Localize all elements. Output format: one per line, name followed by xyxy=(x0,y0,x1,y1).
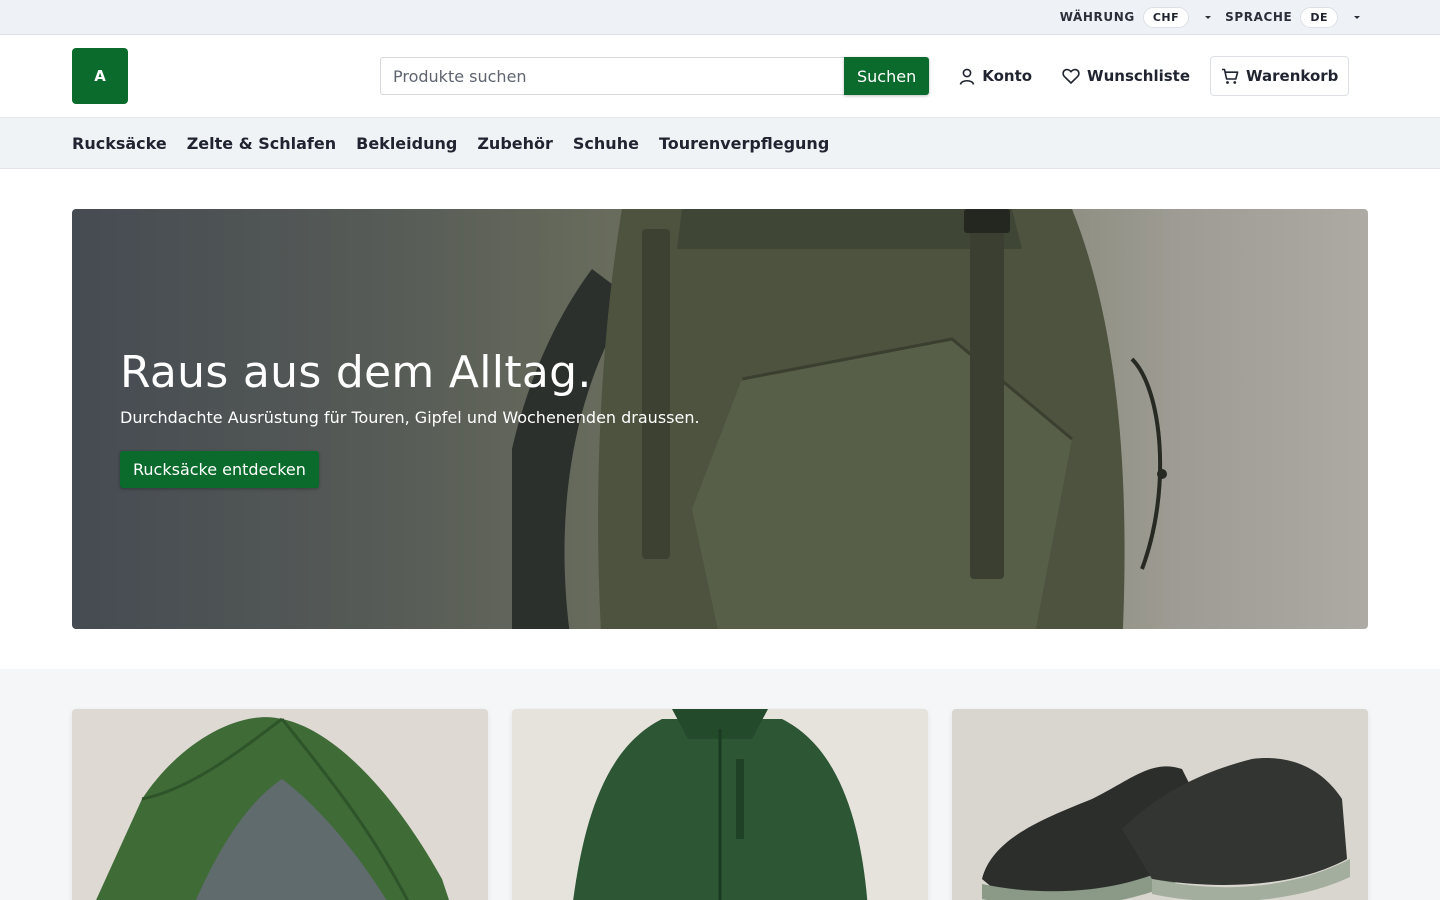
nav-item-tourenverpflegung[interactable]: Tourenverpflegung xyxy=(659,134,829,153)
cart-button[interactable]: Warenkorb xyxy=(1210,56,1350,96)
chevron-down-icon[interactable] xyxy=(1354,15,1360,19)
hiking-shoes-image xyxy=(952,709,1368,900)
currency-label: WÄHRUNG xyxy=(1059,10,1135,24)
nav-item-bekleidung[interactable]: Bekleidung xyxy=(356,134,457,153)
currency-selector[interactable]: CHF xyxy=(1142,6,1190,28)
header-actions: Konto Wunschliste Warenkorb xyxy=(959,56,1350,96)
hero-section: Raus aus dem Alltag. Durchdachte Ausrüst… xyxy=(0,169,1440,669)
language-selector[interactable]: DE xyxy=(1300,6,1338,28)
language-label: SPRACHE xyxy=(1225,10,1293,24)
search-button[interactable]: Suchen xyxy=(844,57,930,95)
hero-title: Raus aus dem Alltag. xyxy=(120,347,592,398)
category-tiles xyxy=(0,669,1440,900)
tent-image xyxy=(72,709,488,900)
logo[interactable]: A xyxy=(72,48,128,104)
tile-jacket[interactable] xyxy=(512,709,928,900)
cart-icon xyxy=(1221,68,1239,85)
tile-tent[interactable] xyxy=(72,709,488,900)
account-link[interactable]: Konto xyxy=(959,67,1032,85)
site-header: A Suchen Konto Wunschliste Warenkorb xyxy=(0,35,1440,118)
category-nav: Rucksäcke Zelte & Schlafen Bekleidung Zu… xyxy=(0,118,1440,169)
hero-cta-button[interactable]: Rucksäcke entdecken xyxy=(120,451,319,488)
hero-text: Raus aus dem Alltag. Durchdachte Ausrüst… xyxy=(120,347,700,488)
chevron-down-icon[interactable] xyxy=(1205,15,1212,19)
heart-icon xyxy=(1062,68,1080,84)
search-bar: Suchen xyxy=(380,57,930,95)
nav-item-zelte-schlafen[interactable]: Zelte & Schlafen xyxy=(187,134,336,153)
hero-subtitle: Durchdachte Ausrüstung für Touren, Gipfe… xyxy=(120,408,700,427)
user-icon xyxy=(959,68,975,85)
search-input[interactable] xyxy=(380,57,844,95)
nav-item-schuhe[interactable]: Schuhe xyxy=(573,134,639,153)
hero-banner: Raus aus dem Alltag. Durchdachte Ausrüst… xyxy=(72,209,1368,629)
nav-item-zubehoer[interactable]: Zubehör xyxy=(477,134,553,153)
fleece-jacket-image xyxy=(512,709,928,900)
nav-item-rucksaecke[interactable]: Rucksäcke xyxy=(72,134,167,153)
cart-label: Warenkorb xyxy=(1246,67,1339,85)
account-label: Konto xyxy=(982,67,1033,85)
wishlist-label: Wunschliste xyxy=(1087,67,1191,85)
wishlist-link[interactable]: Wunschliste xyxy=(1062,67,1190,85)
utility-bar: WÄHRUNG CHF SPRACHE DE xyxy=(0,0,1440,35)
tile-shoes[interactable] xyxy=(952,709,1368,900)
